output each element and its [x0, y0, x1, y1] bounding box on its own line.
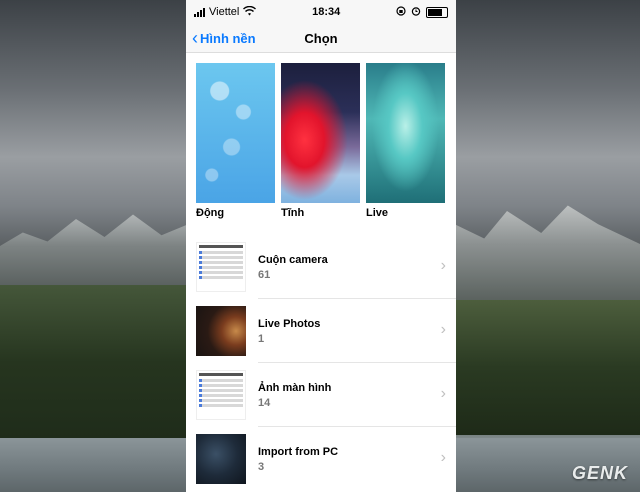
status-bar: Viettel 18:34 [186, 0, 456, 24]
background-forest-right [450, 300, 640, 435]
wallpaper-label: Tĩnh [281, 207, 305, 219]
orientation-lock-icon [396, 5, 406, 19]
signal-icon [194, 7, 205, 17]
album-count: 3 [258, 460, 265, 473]
watermark-logo: GENK [571, 463, 628, 483]
phone-screen: Viettel 18:34 ‹ Hình nền Chọn Động Tĩnh … [186, 0, 456, 492]
status-time: 18:34 [312, 6, 341, 18]
carrier-label: Viettel [209, 6, 240, 18]
album-cover [196, 306, 246, 356]
album-cover [196, 242, 246, 292]
wallpaper-thumbnail [196, 63, 275, 203]
wifi-icon [243, 5, 257, 19]
battery-icon [425, 6, 448, 18]
album-count: 1 [258, 332, 265, 345]
wallpaper-category-live[interactable]: Live [366, 63, 445, 219]
album-list: Cuộn camera 61 › Live Photos 1 › Ảnh màn… [186, 235, 456, 491]
chevron-right-icon: › [440, 385, 446, 402]
album-item-camera-roll[interactable]: Cuộn camera 61 › [186, 235, 456, 299]
album-name: Cuộn camera [258, 253, 328, 266]
chevron-left-icon: ‹ [192, 28, 198, 48]
chevron-right-icon: › [440, 257, 446, 274]
background-forest-left [0, 285, 190, 440]
album-item-screenshots[interactable]: Ảnh màn hình 14 › [186, 363, 456, 427]
background-mountains-right [450, 205, 640, 310]
back-label: Hình nền [200, 30, 256, 46]
album-cover [196, 434, 246, 484]
album-cover [196, 370, 246, 420]
album-name: Import from PC [258, 445, 339, 458]
wallpaper-thumbnail [366, 63, 445, 203]
wallpaper-category-dynamic[interactable]: Động [196, 63, 275, 219]
chevron-right-icon: › [440, 449, 446, 466]
album-count: 14 [258, 396, 271, 409]
album-item-live-photos[interactable]: Live Photos 1 › [186, 299, 456, 363]
chevron-right-icon: › [440, 321, 446, 338]
album-count: 61 [258, 268, 271, 281]
album-name: Live Photos [258, 317, 321, 330]
wallpaper-thumbnail [281, 63, 360, 203]
back-button[interactable]: ‹ Hình nền [192, 24, 256, 52]
navigation-bar: ‹ Hình nền Chọn [186, 24, 456, 53]
wallpaper-category-still[interactable]: Tĩnh [281, 63, 360, 219]
wallpaper-label: Live [366, 207, 389, 219]
album-item-import-from-pc[interactable]: Import from PC 3 › [186, 427, 456, 491]
wallpaper-categories: Động Tĩnh Live [186, 53, 456, 219]
album-name: Ảnh màn hình [258, 381, 332, 394]
page-title: Chọn [304, 30, 338, 46]
wallpaper-label: Động [196, 207, 225, 219]
alarm-icon [411, 6, 421, 19]
